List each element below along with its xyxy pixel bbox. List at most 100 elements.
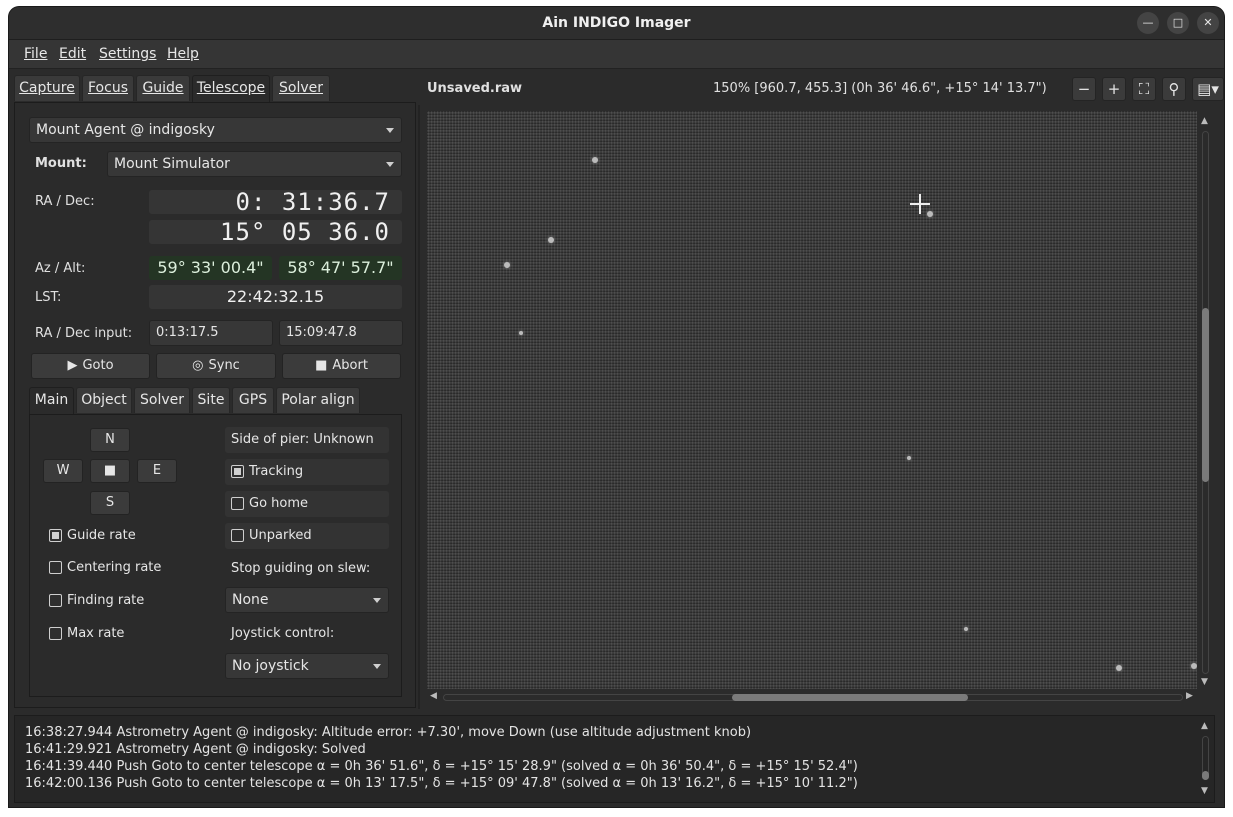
scroll-thumb[interactable] (1202, 771, 1209, 780)
histogram-icon: ▤▾ (1197, 80, 1219, 98)
tab-telescope[interactable]: Telescope (192, 75, 270, 102)
max-rate-checkbox[interactable] (49, 627, 62, 640)
lst-display: 22:42:32.15 (149, 285, 402, 309)
subtab-solver[interactable]: Solver (134, 387, 190, 413)
scroll-thumb[interactable] (732, 694, 968, 701)
stretch-button[interactable]: ▤▾ (1192, 77, 1224, 101)
menu-help[interactable]: Help (167, 46, 199, 62)
chevron-down-icon (373, 598, 381, 603)
mount-select[interactable]: Mount Simulator (107, 151, 402, 177)
log-line: 16:41:39.440 Push Goto to center telesco… (25, 759, 858, 774)
tab-capture[interactable]: Capture (14, 75, 80, 101)
scroll-right-icon[interactable]: ▶ (1186, 691, 1193, 701)
move-east-button[interactable]: E (137, 459, 177, 483)
image-info: 150% [960.7, 455.3] (0h 36' 46.6", +15° … (713, 81, 1047, 96)
subtab-site[interactable]: Site (192, 387, 230, 413)
scroll-down-icon[interactable]: ▼ (1201, 677, 1208, 687)
finding-rate-checkbox[interactable] (49, 594, 62, 607)
radec-label: RA / Dec: (35, 194, 95, 209)
tab-solver[interactable]: Solver (272, 75, 330, 101)
image-header: Unsaved.raw 150% [960.7, 455.3] (0h 36' … (418, 73, 1224, 105)
subtab-polar-align[interactable]: Polar align (276, 387, 360, 413)
menu-edit[interactable]: Edit (59, 46, 86, 62)
azalt-label: Az / Alt: (35, 261, 86, 276)
minimize-button[interactable]: — (1137, 12, 1159, 34)
go-home-checkbox[interactable] (231, 497, 244, 510)
subtab-object[interactable]: Object (76, 387, 132, 413)
star (519, 331, 523, 335)
tracking-checkbox[interactable] (231, 465, 244, 478)
zoom-in-button[interactable]: + (1102, 77, 1126, 101)
subtab-main[interactable]: Main (29, 387, 74, 414)
image-viewer[interactable] (427, 111, 1197, 689)
tab-focus[interactable]: Focus (82, 75, 134, 101)
tab-guide[interactable]: Guide (136, 75, 190, 101)
move-south-button[interactable]: S (90, 491, 130, 515)
move-west-button[interactable]: W (43, 459, 83, 483)
log-line: 16:38:27.944 Astrometry Agent @ indigosk… (25, 725, 752, 740)
star (548, 237, 554, 243)
sync-button[interactable]: ◎ Sync (156, 353, 276, 379)
centering-rate-label: Centering rate (67, 560, 162, 575)
az-display: 59° 33' 00.4" (149, 256, 272, 280)
minimize-icon: — (1142, 16, 1154, 29)
chevron-down-icon (373, 664, 381, 669)
splitter-handle[interactable] (418, 75, 420, 709)
max-rate-label: Max rate (67, 626, 125, 641)
image-vertical-scrollbar[interactable]: ▲ ▼ (1197, 111, 1214, 689)
subtab-gps[interactable]: GPS (232, 387, 274, 413)
goto-button[interactable]: ▶ Goto (31, 353, 150, 379)
ra-input[interactable]: 0:13:17.5 (149, 320, 273, 346)
menu-file[interactable]: File (24, 46, 47, 62)
star (907, 456, 911, 460)
guide-rate-checkbox[interactable] (49, 529, 62, 542)
sub-tab-bar: Main Object Solver Site GPS Polar align (29, 387, 409, 414)
plus-icon: + (1107, 80, 1121, 98)
unparked-label: Unparked (249, 528, 312, 543)
dec-input[interactable]: 15:09:47.8 (279, 320, 403, 346)
log-scrollbar[interactable]: ▲ ▼ (1197, 716, 1214, 802)
centering-rate-checkbox[interactable] (49, 561, 62, 574)
scroll-up-icon[interactable]: ▲ (1201, 116, 1208, 126)
stop-guiding-select[interactable]: None (225, 587, 389, 613)
lst-label: LST: (35, 290, 62, 305)
dec-display: 15° 05 36.0 (149, 220, 402, 244)
log-panel[interactable]: 16:38:27.944 Astrometry Agent @ indigosk… (14, 715, 1215, 803)
chevron-down-icon (386, 162, 394, 167)
magnifier-icon: ⚲ (1168, 80, 1180, 98)
image-horizontal-scrollbar[interactable]: ◀ ▶ (427, 689, 1197, 706)
agent-select[interactable]: Mount Agent @ indigosky (29, 117, 402, 143)
crosshair-cursor-icon (910, 194, 930, 214)
fit-button[interactable]: ⛶ (1132, 77, 1156, 101)
stop-move-button[interactable]: ■ (90, 459, 130, 483)
log-line: 16:41:29.921 Astrometry Agent @ indigosk… (25, 742, 366, 757)
ra-display: 0: 31:36.7 (149, 190, 402, 214)
image-filename: Unsaved.raw (427, 81, 523, 96)
scroll-down-icon[interactable]: ▼ (1201, 786, 1208, 796)
star (1116, 665, 1122, 671)
zoom-out-button[interactable]: − (1072, 77, 1096, 101)
minus-icon: − (1077, 80, 1091, 98)
joystick-select[interactable]: No joystick (225, 653, 389, 679)
menu-bar: File Edit Settings Help (9, 40, 1224, 69)
scroll-up-icon[interactable]: ▲ (1201, 721, 1208, 731)
guide-rate-label: Guide rate (67, 528, 136, 543)
move-north-button[interactable]: N (90, 428, 130, 452)
star (964, 627, 968, 631)
scroll-thumb[interactable] (1202, 308, 1209, 482)
title-bar: Ain INDIGO Imager — □ ✕ (9, 7, 1224, 40)
zoom-original-button[interactable]: ⚲ (1162, 77, 1186, 101)
maximize-button[interactable]: □ (1167, 12, 1189, 34)
menu-settings[interactable]: Settings (99, 46, 156, 62)
unparked-checkbox[interactable] (231, 529, 244, 542)
abort-button[interactable]: ■ Abort (282, 353, 401, 379)
close-button[interactable]: ✕ (1197, 12, 1219, 34)
main-tab-bar: Capture Focus Guide Telescope Solver (14, 75, 414, 102)
side-of-pier-box: Side of pier: Unknown (225, 427, 389, 453)
side-of-pier-text: Side of pier: Unknown (231, 432, 374, 447)
window-title: Ain INDIGO Imager (542, 15, 691, 31)
go-home-label: Go home (249, 496, 309, 511)
scroll-left-icon[interactable]: ◀ (430, 691, 437, 701)
radec-input-label: RA / Dec input: (35, 326, 133, 341)
joystick-label: Joystick control: (231, 626, 335, 641)
